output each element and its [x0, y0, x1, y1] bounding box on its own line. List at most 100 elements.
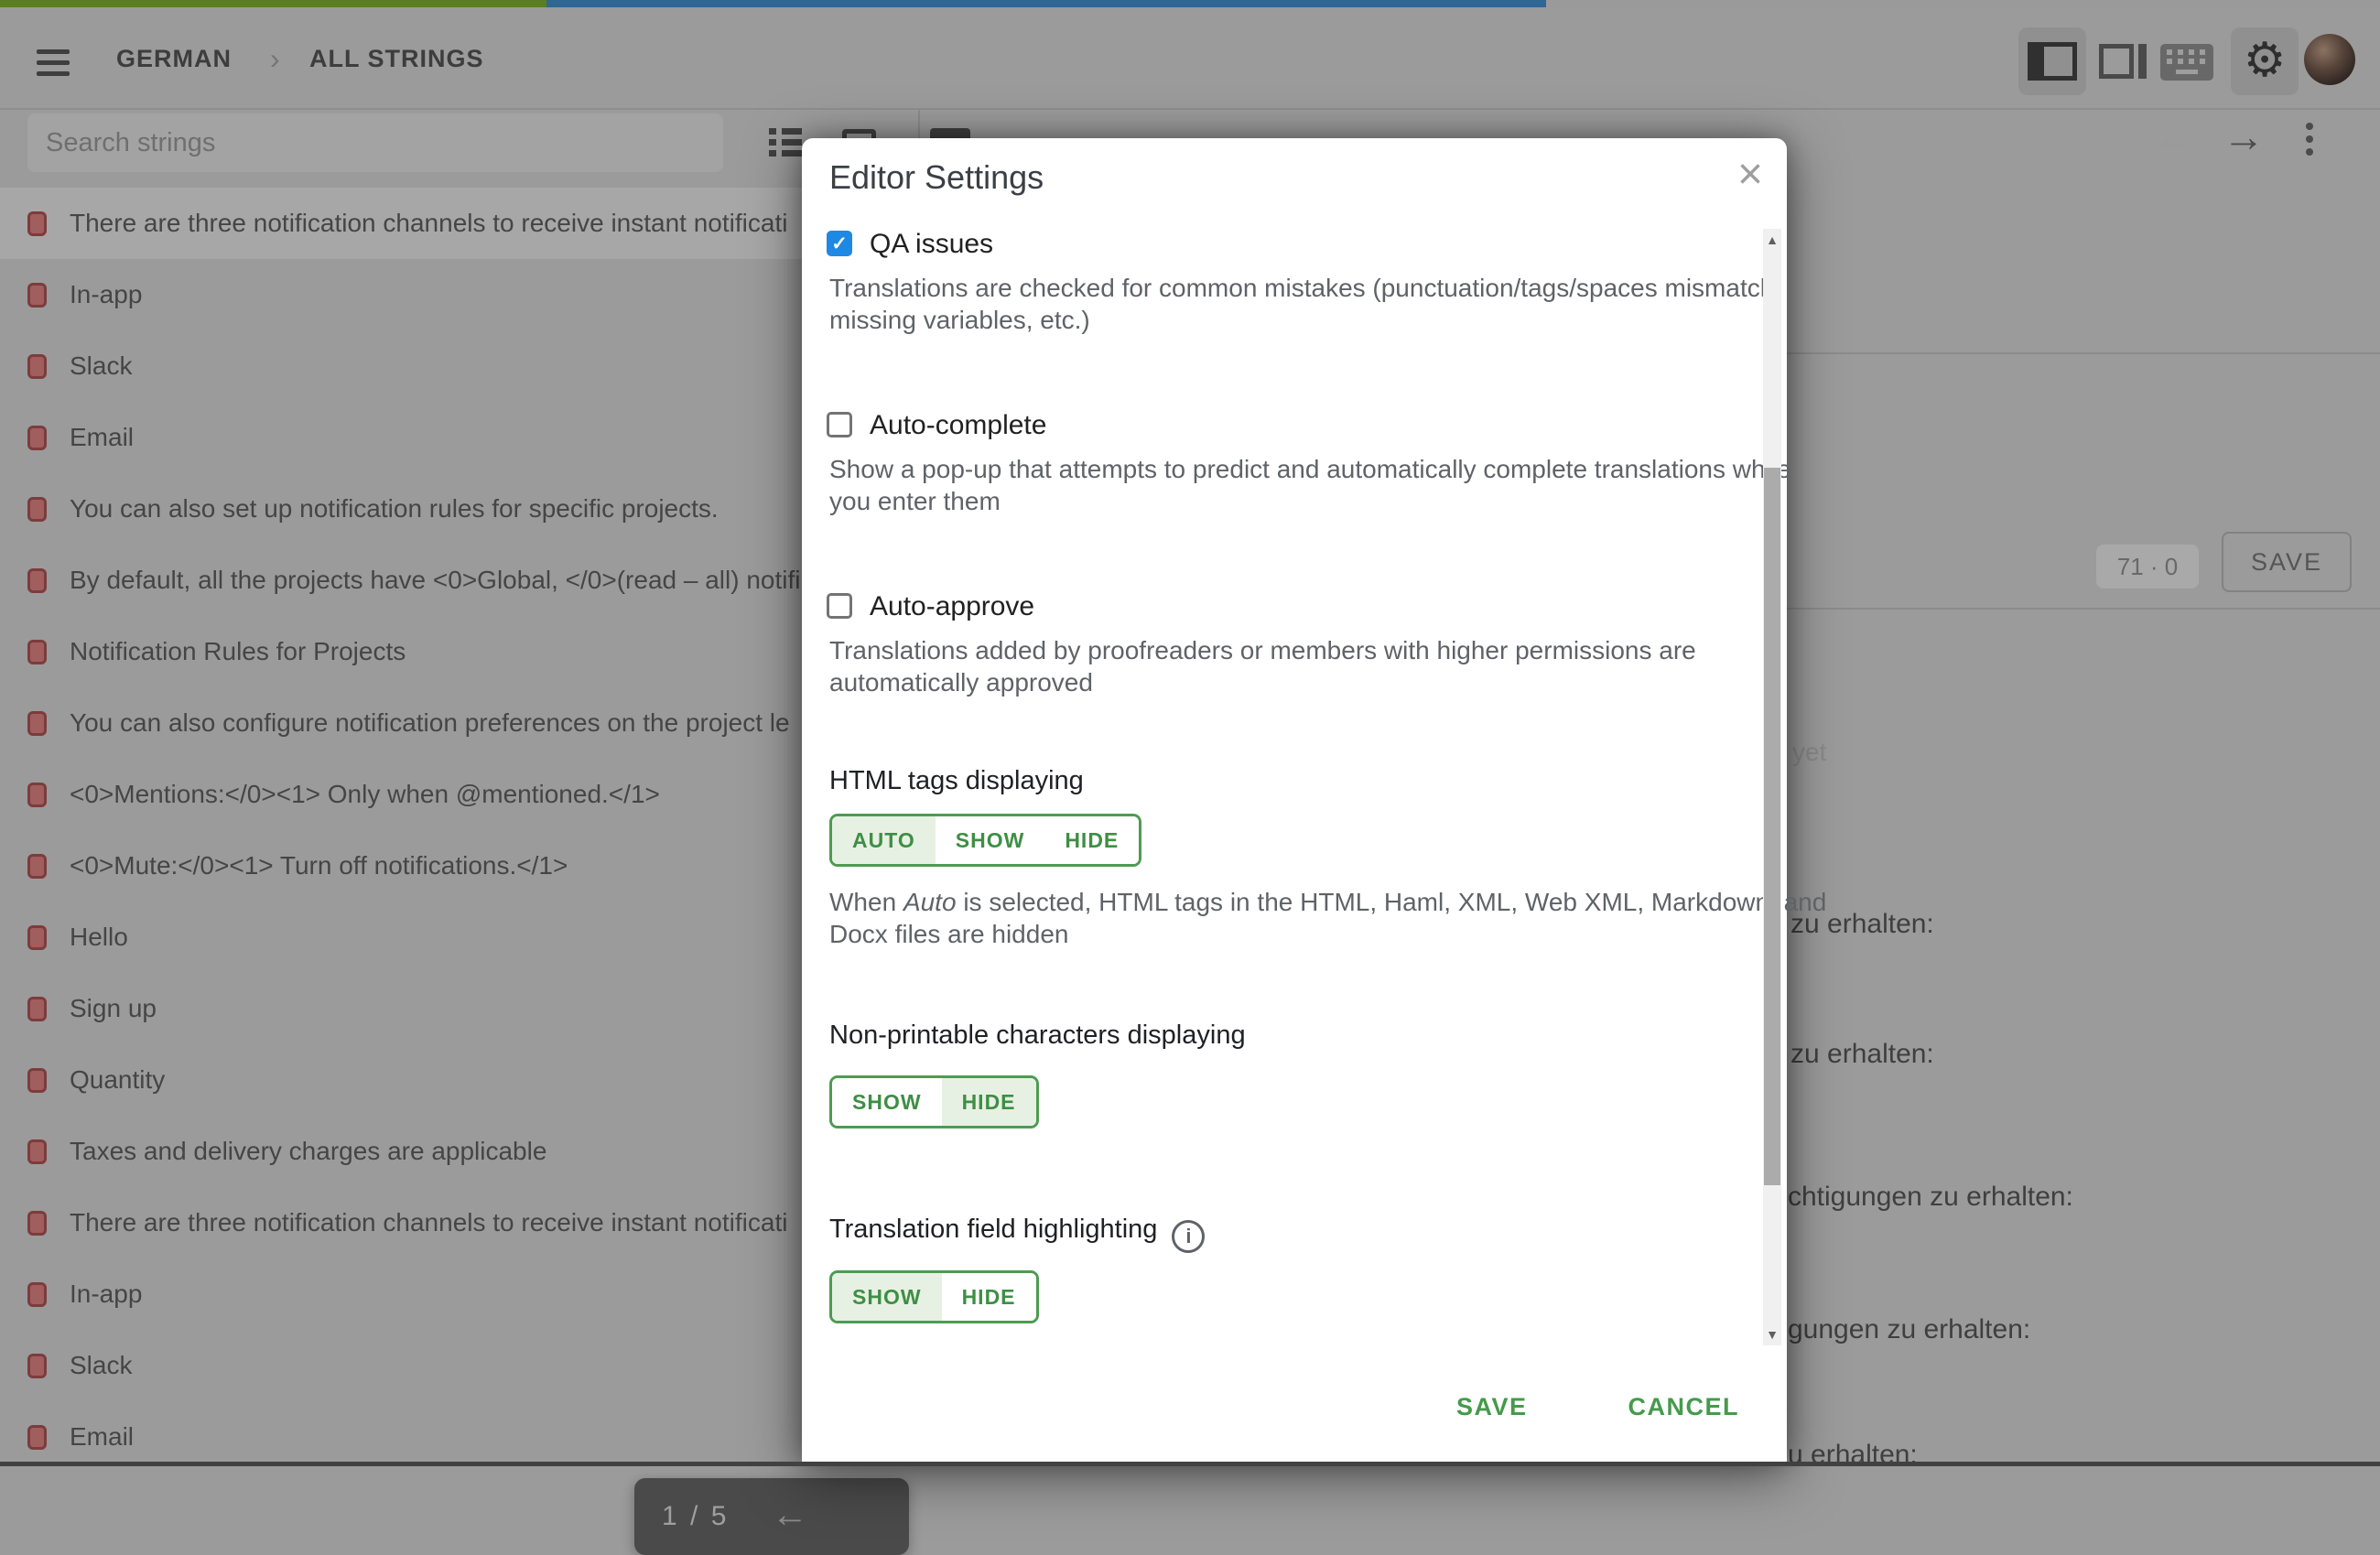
previous-string-icon[interactable]: ← [2153, 112, 2195, 161]
breadcrumb-section[interactable]: ALL STRINGS [309, 7, 484, 110]
breadcrumb-language[interactable]: GERMAN [116, 7, 232, 110]
settings-gear-icon[interactable]: ⚙︎ [2231, 27, 2299, 95]
search-input[interactable] [27, 113, 723, 172]
string-status-icon [27, 1068, 47, 1093]
string-text: Email [70, 402, 134, 473]
scroll-up-icon[interactable]: ▲ [1763, 229, 1781, 251]
qa-issues-description: Translations are checked for common mist… [829, 272, 1781, 336]
string-text: Email [70, 1401, 134, 1466]
save-button[interactable]: SAVE [1456, 1393, 1528, 1421]
string-status-icon [27, 711, 47, 736]
string-text: By default, all the projects have <0>Glo… [70, 545, 800, 616]
field-highlighting-heading: Translation field highlightingi [829, 1215, 1205, 1253]
list-view-icon[interactable] [769, 128, 804, 157]
segment-option-hide[interactable]: HIDE [942, 1273, 1036, 1321]
html-tags-description: When Auto is selected, HTML tags in the … [829, 886, 1826, 950]
dialog-footer: SAVE CANCEL [802, 1384, 1787, 1430]
menu-icon[interactable] [37, 49, 70, 76]
dialog-title: Editor Settings [829, 158, 1044, 197]
string-list-item[interactable]: There are three notification channels to… [0, 188, 918, 259]
segment-option-hide[interactable]: HIDE [1044, 816, 1139, 864]
cancel-button[interactable]: CANCEL [1628, 1393, 1740, 1421]
string-status-icon [27, 997, 47, 1021]
avatar[interactable] [2304, 34, 2355, 85]
string-status-icon [27, 1282, 47, 1307]
string-list-item[interactable]: In-app [0, 1258, 918, 1330]
string-text: In-app [70, 1258, 142, 1330]
bottom-strip [0, 1462, 2380, 1466]
previous-page-icon[interactable]: ← [772, 1478, 808, 1555]
more-options-icon[interactable] [2306, 123, 2313, 161]
string-status-icon [27, 211, 47, 236]
background-text: gungen zu erhalten: [1788, 1314, 2030, 1345]
string-text: Slack [70, 330, 132, 402]
background-text: chtigungen zu erhalten: [1788, 1182, 2073, 1213]
string-list-item[interactable]: There are three notification channels to… [0, 1187, 918, 1258]
string-list-item[interactable]: Slack [0, 330, 918, 402]
translation-save-button[interactable]: SAVE [2222, 532, 2352, 592]
string-list-item[interactable]: You can also set up notification rules f… [0, 473, 918, 545]
string-text: <0>Mentions:</0><1> Only when @mentioned… [70, 759, 660, 830]
string-text: Quantity [70, 1044, 165, 1116]
next-string-icon[interactable]: → [2223, 112, 2265, 161]
field-highlighting-segmented-control: SHOWHIDE [829, 1270, 1039, 1323]
scroll-down-icon[interactable]: ▼ [1763, 1323, 1781, 1345]
string-list-item[interactable]: By default, all the projects have <0>Glo… [0, 545, 918, 616]
string-list-item[interactable]: Hello [0, 902, 918, 973]
breadcrumb-separator-icon: › [270, 7, 281, 110]
progress-segment-approved [546, 0, 1546, 7]
progress-segment-translated [0, 0, 546, 7]
string-list: There are three notification channels to… [0, 188, 918, 1466]
segment-option-show[interactable]: SHOW [832, 1273, 942, 1321]
segment-option-auto[interactable]: AUTO [832, 816, 936, 864]
string-list-item[interactable]: Slack [0, 1330, 918, 1401]
string-text: Slack [70, 1330, 132, 1401]
segment-option-show[interactable]: SHOW [832, 1078, 942, 1126]
background-text: yet [1792, 738, 1826, 767]
segment-option-show[interactable]: SHOW [936, 816, 1045, 864]
qa-issues-label: QA issues [870, 229, 993, 260]
keyboard-shortcuts-icon[interactable] [2160, 44, 2213, 81]
string-status-icon [27, 1139, 47, 1164]
html-tags-heading: HTML tags displaying [829, 766, 1084, 796]
string-text: <0>Mute:</0><1> Turn off notifications.<… [70, 830, 568, 902]
string-list-item[interactable]: <0>Mute:</0><1> Turn off notifications.<… [0, 830, 918, 902]
info-icon[interactable]: i [1172, 1220, 1205, 1253]
string-list-item[interactable]: Email [0, 1401, 918, 1466]
string-status-icon [27, 283, 47, 308]
string-status-icon [27, 1354, 47, 1378]
string-list-item[interactable]: Sign up [0, 973, 918, 1044]
qa-issues-checkbox[interactable] [827, 231, 852, 256]
string-list-item[interactable]: Taxes and delivery charges are applicabl… [0, 1116, 918, 1187]
string-list-item[interactable]: You can also configure notification pref… [0, 687, 918, 759]
string-list-item[interactable]: Email [0, 402, 918, 473]
string-text: Hello [70, 902, 128, 973]
string-status-icon [27, 925, 47, 950]
segment-option-hide[interactable]: HIDE [942, 1078, 1036, 1126]
string-list-item[interactable]: In-app [0, 259, 918, 330]
string-text: There are three notification channels to… [70, 1187, 787, 1258]
string-list-item[interactable]: Notification Rules for Projects [0, 616, 918, 687]
auto-complete-checkbox[interactable] [827, 412, 852, 437]
auto-complete-label: Auto-complete [870, 410, 1046, 441]
scrollbar-thumb[interactable] [1764, 468, 1780, 1185]
non-printable-segmented-control: SHOWHIDE [829, 1075, 1039, 1128]
string-list-item[interactable]: Quantity [0, 1044, 918, 1116]
string-status-icon [27, 783, 47, 807]
close-icon[interactable]: × [1737, 153, 1763, 197]
auto-complete-description: Show a pop-up that attempts to predict a… [829, 453, 1791, 517]
string-status-icon [27, 354, 47, 379]
string-text: There are three notification channels to… [70, 188, 787, 259]
editor-settings-dialog: Editor Settings × QA issues Translations… [802, 138, 1787, 1462]
auto-approve-checkbox[interactable] [827, 593, 852, 619]
top-bar: GERMAN › ALL STRINGS ⚙︎ [0, 7, 2380, 110]
string-list-item[interactable]: <0>Mentions:</0><1> Only when @mentioned… [0, 759, 918, 830]
right-panel-layout-icon[interactable] [2099, 44, 2147, 79]
string-text: Notification Rules for Projects [70, 616, 406, 687]
string-status-icon [27, 854, 47, 879]
string-status-icon [27, 1211, 47, 1236]
string-status-icon [27, 640, 47, 664]
string-text: In-app [70, 259, 142, 330]
dialog-scrollbar[interactable]: ▲ ▼ [1763, 229, 1781, 1345]
html-tags-segmented-control: AUTOSHOWHIDE [829, 814, 1141, 867]
